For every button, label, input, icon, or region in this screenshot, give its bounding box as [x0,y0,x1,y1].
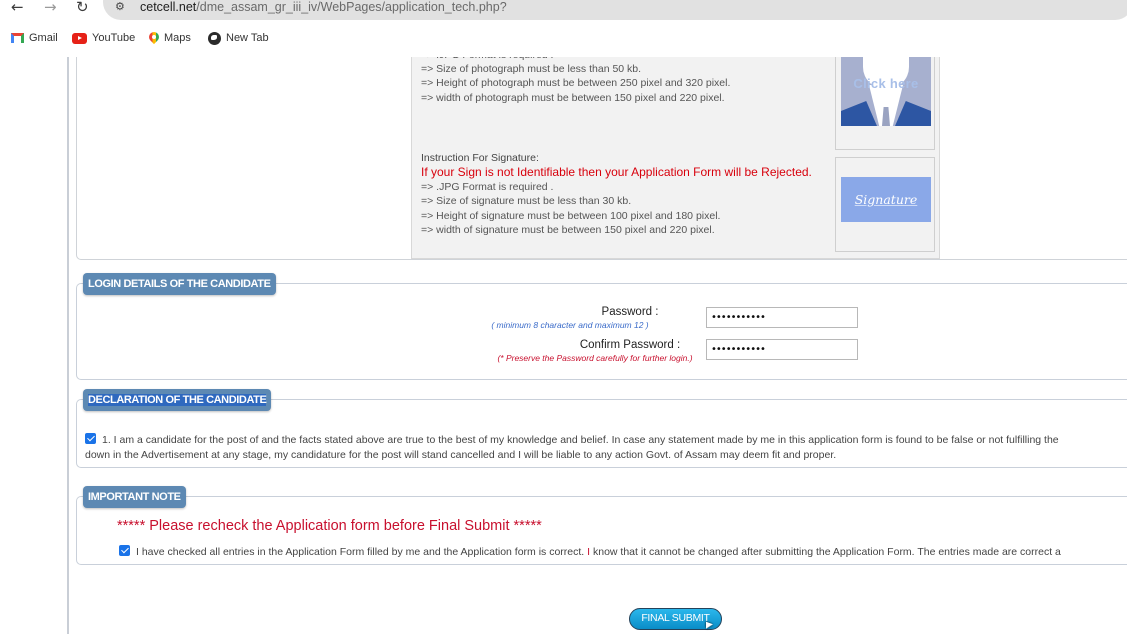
url-text[interactable]: cetcell.net/dme_assam_gr_iii_iv/WebPages… [140,0,507,15]
application-form-page: If your Photo is not Identifiable then y… [0,57,1127,634]
declaration-checkbox[interactable] [85,433,96,444]
signature-placeholder-text: Signature [854,192,918,207]
declaration-section: DECLARATION OF THE CANDIDATE 1. I am a c… [76,389,1127,468]
signature-rules: Instruction For Signature: If your Sign … [421,151,812,237]
photo-placeholder-image[interactable]: Click here [841,57,931,126]
url-path: /dme_assam_gr_iii_iv/WebPages/applicatio… [196,0,507,14]
important-note-section: IMPORTANT NOTE ***** Please recheck the … [76,486,1127,565]
declaration-line-2: down in the Advertisement at any stage, … [85,448,837,461]
photo-upload-box[interactable]: Click here [835,57,935,150]
bookmark-youtube[interactable]: YouTube [72,29,135,47]
signature-warning: If your Sign is not Identifiable then yo… [421,165,812,180]
maps-icon [149,32,159,45]
bookmarks-bar: Gmail YouTube Maps New Tab [0,29,1127,49]
important-note-legend: IMPORTANT NOTE [83,486,186,508]
signature-rule: => Height of signature must be between 1… [421,209,721,222]
youtube-icon [72,32,87,44]
bookmark-label: Gmail [29,32,58,44]
signature-rule: => Size of signature must be less than 3… [421,195,632,208]
password-input[interactable]: ••••••••••• [706,307,858,328]
confirmation-checkbox[interactable] [119,545,130,556]
forward-arrow-icon[interactable]: → [44,0,57,17]
confirm-password-input[interactable]: ••••••••••• [706,339,858,360]
declaration-line-1: 1. I am a candidate for the post of and … [102,434,1059,446]
globe-icon [208,31,221,45]
signature-placeholder-image[interactable]: Signature [841,177,931,222]
bookmark-label: YouTube [92,32,136,44]
declaration-text: 1. I am a candidate for the post of and … [85,433,1059,462]
browser-toolbar: ← → ↻ ⚙ cetcell.net/dme_assam_gr_iii_iv/… [0,0,1127,20]
recheck-warning: ***** Please recheck the Application for… [117,518,542,534]
photo-rules: => .JPG Format is required . => Size of … [421,57,730,105]
site-info-icon[interactable]: ⚙ [115,0,125,14]
signature-rule: => width of signature must be between 15… [421,223,715,236]
bookmark-gmail[interactable]: Gmail [11,29,58,47]
container-border [67,57,69,634]
signature-upload-box[interactable]: Signature [835,157,935,252]
click-here-label: Click here [853,76,919,91]
bookmark-new-tab[interactable]: New Tab [208,29,269,47]
declaration-legend: DECLARATION OF THE CANDIDATE [83,389,272,411]
bookmark-label: Maps [164,32,191,44]
signature-rule: => .JPG Format is required . [421,181,554,194]
signature-instruction-title: Instruction For Signature: [421,152,539,164]
confirmation-text: I have checked all entries in the Applic… [119,545,1061,560]
silhouette-suit-left [841,101,877,126]
back-arrow-icon[interactable]: ← [11,0,24,17]
login-details-legend: LOGIN DETAILS OF THE CANDIDATE [83,273,276,295]
login-details-section: LOGIN DETAILS OF THE CANDIDATE Password … [76,273,1127,380]
photo-rule: => width of photograph must be between 1… [421,91,725,104]
bookmark-maps[interactable]: Maps [149,29,191,47]
bookmark-label: New Tab [226,32,269,44]
url-host: cetcell.net [140,0,197,14]
silhouette-suit-right [895,101,931,126]
password-hint: ( minimum 8 character and maximum 12 ) [491,320,649,330]
gmail-icon [11,33,24,43]
reload-icon[interactable]: ↻ [76,0,89,17]
confirm-password-hint: (* Preserve the Password carefully for f… [497,353,693,363]
photo-rule: => Size of photograph must be less than … [421,63,642,76]
photo-rule: => Height of photograph must be between … [421,77,731,90]
